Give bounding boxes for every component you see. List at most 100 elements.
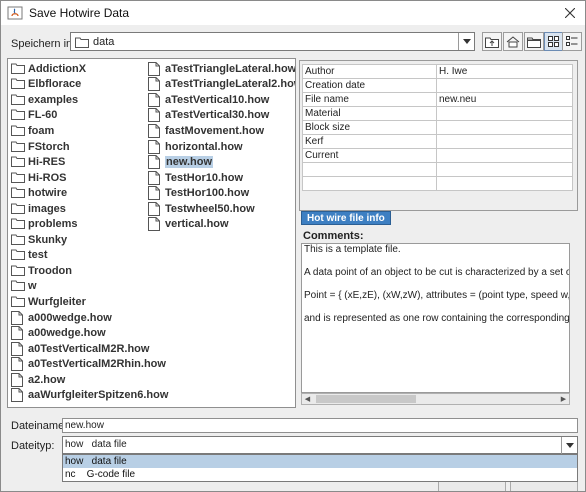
folder-item[interactable]: Troodon: [11, 263, 168, 279]
lookin-dropdown-button[interactable]: [458, 33, 474, 50]
property-value[interactable]: H. Iwe: [436, 64, 573, 79]
folder-item[interactable]: FStorch: [11, 139, 168, 155]
file-icon: [11, 388, 23, 403]
folder-item[interactable]: Hi-ROS: [11, 170, 168, 186]
file-icon: [11, 326, 25, 341]
list-view-button[interactable]: [544, 32, 564, 51]
comments-label: Comments:: [303, 230, 364, 242]
lookin-combo[interactable]: data: [70, 32, 475, 51]
folder-item[interactable]: examples: [11, 92, 168, 108]
cancel-button[interactable]: [510, 481, 578, 491]
property-row: File name new.neu: [302, 92, 573, 107]
file-item[interactable]: aTestTriangleLateral2.how: [148, 77, 296, 93]
save-button[interactable]: [438, 481, 506, 491]
filetype-option[interactable]: how data file: [63, 455, 577, 468]
file-icon: [148, 155, 160, 170]
file-name: Hi-ROS: [28, 171, 67, 184]
property-value[interactable]: [436, 148, 573, 163]
file-name: AddictionX: [28, 62, 87, 75]
file-name: TestHor10.how: [165, 171, 244, 184]
folder-icon: [11, 218, 25, 230]
property-value[interactable]: [436, 78, 573, 93]
file-name: Troodon: [28, 264, 72, 277]
property-value[interactable]: [436, 120, 573, 135]
file-item[interactable]: TestHor100.how: [148, 185, 295, 201]
file-item[interactable]: a2.how: [11, 372, 168, 388]
file-item[interactable]: a000wedge.how: [11, 310, 168, 326]
home-button[interactable]: [503, 32, 523, 51]
folder-item[interactable]: Wurfgleiter: [11, 294, 168, 310]
scroll-right-icon[interactable]: ▶: [558, 394, 569, 404]
folder-item[interactable]: foam: [11, 123, 168, 139]
folder-icon: [11, 203, 25, 214]
property-value[interactable]: [436, 134, 573, 149]
folder-item[interactable]: FL-60: [11, 108, 168, 124]
scroll-left-icon[interactable]: ◀: [302, 394, 313, 404]
folder-icon: [11, 233, 25, 247]
file-icon: [11, 341, 23, 356]
folder-item[interactable]: hotwire: [11, 185, 168, 201]
folder-item[interactable]: test: [11, 248, 168, 264]
file-item[interactable]: new.how: [148, 154, 295, 170]
file-icon: [148, 186, 162, 201]
folder-item[interactable]: Skunky: [11, 232, 168, 248]
comments-textarea[interactable]: This is a template file. A data point of …: [301, 243, 570, 393]
file-list[interactable]: AddictionX Elbflorace examples FL-60 foam FSt…: [7, 58, 296, 408]
folder-item[interactable]: Hi-RES: [11, 154, 168, 170]
comments-horizontal-scrollbar[interactable]: ◀ ▶: [301, 393, 570, 405]
comment-line: and is represented as one row containing…: [304, 313, 570, 324]
file-item[interactable]: a0TestVerticalM2R.how: [11, 341, 168, 357]
folder-icon: [11, 78, 25, 90]
file-item[interactable]: vertical.how: [148, 216, 295, 232]
property-value[interactable]: [436, 106, 573, 121]
property-key: File name: [302, 92, 437, 107]
folder-icon: [11, 94, 25, 105]
tab-hot-wire-file-info[interactable]: Hot wire file info: [301, 211, 391, 225]
details-view-button[interactable]: [562, 32, 582, 51]
close-button[interactable]: [555, 1, 585, 25]
comment-line: [302, 301, 569, 313]
file-item[interactable]: TestHor10.how: [148, 170, 295, 186]
file-name: problems: [28, 218, 78, 231]
new-folder-button[interactable]: [524, 32, 544, 51]
property-row-empty: [302, 176, 573, 191]
folder-item[interactable]: w: [11, 279, 168, 295]
list-view-icon: [548, 35, 559, 47]
file-item[interactable]: Testwheel50.how: [148, 201, 295, 217]
file-item[interactable]: a0TestVerticalM2Rhin.how: [11, 356, 168, 372]
file-item[interactable]: aaWurfgleiterSpitzen6.how: [11, 387, 168, 403]
file-item[interactable]: fastMovement.how: [148, 123, 295, 139]
scrollbar-thumb[interactable]: [316, 395, 416, 403]
file-item[interactable]: aTestTriangleLateral.how: [148, 61, 295, 77]
folder-item[interactable]: images: [11, 201, 168, 217]
window-title: Save Hotwire Data: [29, 6, 130, 20]
folder-icon: [11, 202, 25, 216]
home-icon: [506, 35, 520, 47]
property-value[interactable]: new.neu: [436, 92, 573, 107]
folder-icon: [11, 156, 25, 168]
folder-icon: [11, 140, 25, 154]
file-icon: [148, 201, 162, 216]
folder-item[interactable]: Elbflorace: [11, 77, 168, 93]
file-icon: [11, 372, 23, 387]
comment-line: This is a template file.: [304, 244, 401, 255]
filetype-combo[interactable]: how data file: [62, 436, 578, 454]
folder-item[interactable]: problems: [11, 216, 168, 232]
up-one-level-button[interactable]: [482, 32, 502, 51]
folder-icon: [11, 77, 25, 91]
folder-up-icon: [485, 37, 499, 48]
file-item[interactable]: aTestVertical30.how: [148, 108, 295, 124]
filename-input[interactable]: new.how: [62, 418, 578, 433]
filetype-dropdown-button[interactable]: [561, 437, 577, 454]
property-key: Creation date: [302, 78, 437, 93]
file-name: Skunky: [28, 233, 68, 246]
file-info-panel: Author H. Iwe Creation date File name new.ne…: [299, 60, 578, 211]
property-row: Block size: [302, 120, 573, 135]
file-item[interactable]: aTestVertical10.how: [148, 92, 295, 108]
folder-icon: [11, 186, 25, 200]
file-item[interactable]: a00wedge.how: [11, 325, 168, 341]
folder-item[interactable]: AddictionX: [11, 61, 168, 77]
file-name: aTestTriangleLateral2.how: [165, 78, 296, 91]
filetype-option[interactable]: nc G-code file: [63, 468, 577, 481]
file-item[interactable]: horizontal.how: [148, 139, 295, 155]
